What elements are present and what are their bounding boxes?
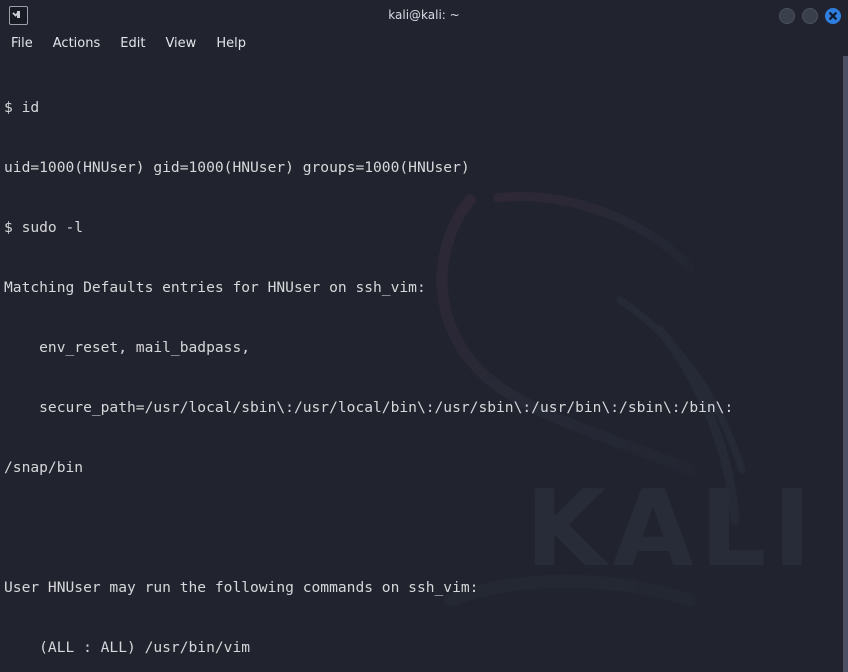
terminal-line: $ sudo -l	[4, 219, 84, 236]
menu-item-help[interactable]: Help	[216, 31, 246, 56]
terminal-line: (ALL : ALL) /usr/bin/vim	[4, 639, 251, 656]
menu-item-view[interactable]: View	[165, 31, 196, 56]
terminal-line: env_reset, mail_badpass,	[4, 339, 251, 356]
terminal-line: /snap/bin	[4, 459, 84, 476]
terminal-icon	[9, 6, 28, 25]
menu-item-file[interactable]: File	[11, 31, 33, 56]
minimize-button[interactable]	[779, 7, 795, 24]
terminal-line: secure_path=/usr/local/sbin\:/usr/local/…	[4, 399, 734, 416]
terminal-line: $ id	[4, 99, 40, 116]
menu-item-actions[interactable]: Actions	[53, 31, 101, 56]
window-controls	[779, 7, 848, 24]
window-title: kali@kali: ~	[388, 8, 460, 22]
terminal-line: Matching Defaults entries for HNUser on …	[4, 279, 426, 296]
menu-bar: File Actions Edit View Help	[0, 31, 848, 56]
close-icon	[829, 11, 837, 20]
scrollbar-track[interactable]	[843, 56, 848, 672]
title-bar[interactable]: kali@kali: ~	[0, 0, 848, 31]
terminal-lines: $ id uid=1000(HNUser) gid=1000(HNUser) g…	[4, 58, 848, 672]
scrollbar-thumb[interactable]	[843, 56, 848, 672]
close-button[interactable]	[825, 7, 841, 24]
maximize-button[interactable]	[802, 7, 818, 24]
terminal-line: User HNUser may run the following comman…	[4, 579, 479, 596]
terminal-output-area[interactable]: $ id uid=1000(HNUser) gid=1000(HNUser) g…	[0, 56, 848, 672]
terminal-window: KALI kali@kali: ~ File Actions Edit View…	[0, 0, 848, 672]
terminal-line: uid=1000(HNUser) gid=1000(HNUser) groups…	[4, 159, 470, 176]
menu-item-edit[interactable]: Edit	[120, 31, 145, 56]
